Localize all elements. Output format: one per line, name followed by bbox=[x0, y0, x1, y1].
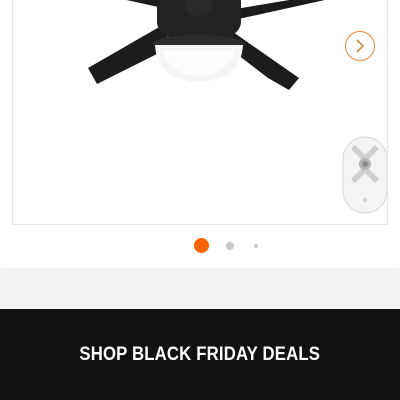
black-friday-banner[interactable]: SHOP BLACK FRIDAY DEALS bbox=[0, 309, 400, 400]
pagination-dot[interactable] bbox=[226, 242, 234, 250]
remote-thumbnail[interactable] bbox=[337, 133, 387, 217]
chevron-right-icon bbox=[356, 39, 365, 53]
pagination-dot-active[interactable] bbox=[194, 238, 209, 253]
next-image-button[interactable] bbox=[345, 31, 375, 61]
remote-control-icon bbox=[342, 136, 387, 214]
product-image-frame[interactable] bbox=[12, 0, 388, 225]
ceiling-fan-image bbox=[88, 0, 325, 90]
banner-label: SHOP BLACK FRIDAY DEALS bbox=[79, 343, 321, 365]
product-card bbox=[0, 0, 400, 268]
pagination-dot[interactable] bbox=[254, 244, 258, 248]
image-pagination bbox=[0, 236, 400, 256]
